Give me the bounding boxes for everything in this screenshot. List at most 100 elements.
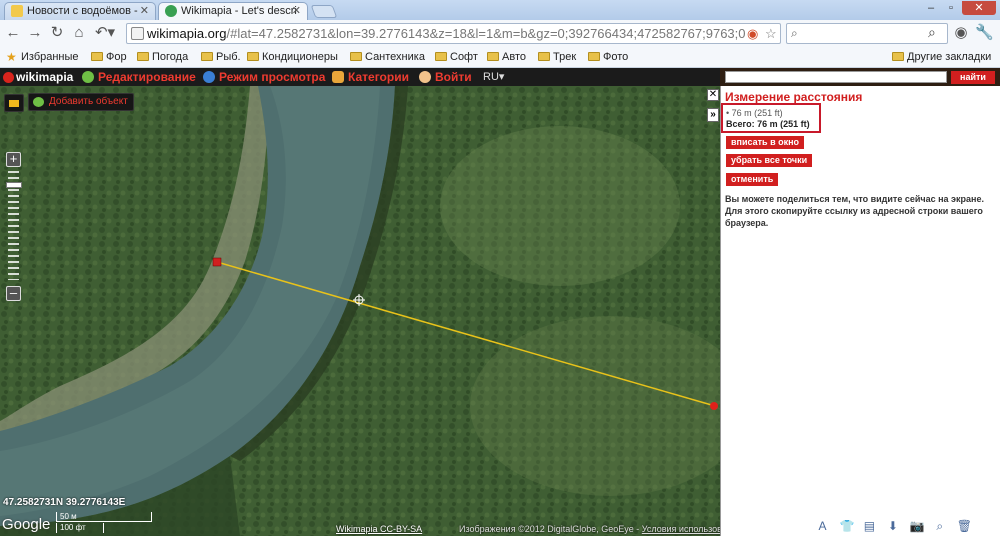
download-icon[interactable]: ⬇: [886, 520, 899, 533]
scale-imperial: 100 фт: [56, 523, 104, 533]
tab-title: Wikimapia - Let's descri: [181, 5, 297, 17]
add-object-icon: [33, 97, 44, 107]
satellite-map[interactable]: Добавить объект + – 47.2582731N 39.27761…: [0, 86, 720, 536]
cancel-button[interactable]: отменить: [726, 173, 779, 186]
fit-to-window-button[interactable]: вписать в окно: [726, 136, 805, 149]
back-icon[interactable]: ←: [4, 24, 22, 42]
tab-title: Новости с водоёмов -: [27, 5, 138, 17]
zoom-slider-thumb[interactable]: [6, 182, 22, 188]
history-back-icon[interactable]: ↶▾: [92, 24, 118, 42]
chrome-icon[interactable]: ◉: [747, 27, 758, 41]
folder-icon: [91, 52, 103, 61]
measurement-overlay: [212, 257, 718, 410]
menu-edit[interactable]: Редактирование: [82, 69, 196, 85]
close-icon[interactable]: ✕: [140, 3, 149, 19]
globe-icon: [82, 71, 94, 83]
url-path: /#lat=47.2582731&lon=39.2776143&z=18&l=1…: [226, 26, 746, 41]
map-coordinates: 47.2582731N 39.2776143E: [3, 497, 126, 508]
bookmarks-bar: ★ Избранные Фор Погода Рыб. Кондиционеры …: [0, 46, 1000, 68]
close-icon[interactable]: ✕: [707, 89, 719, 101]
bookmark-folder[interactable]: Софт: [435, 50, 478, 64]
bookmark-folder[interactable]: Фото: [588, 50, 628, 64]
browser-tab-strip: Новости с водоёмов - ✕ Wikimapia - Let's…: [0, 0, 1000, 20]
bookmark-folder[interactable]: Сантехника: [350, 50, 425, 64]
wikimapia-logo[interactable]: wikimapia: [3, 69, 73, 85]
maximize-icon[interactable]: ▫: [942, 1, 960, 15]
bookmark-folder[interactable]: Кондиционеры: [247, 50, 338, 64]
map-search-input[interactable]: [725, 71, 947, 83]
collapse-panel-icon[interactable]: »: [707, 108, 719, 122]
folder-icon: [435, 52, 447, 61]
close-window-icon[interactable]: ✕: [962, 1, 996, 15]
bookmark-folder[interactable]: Фор: [91, 50, 127, 64]
close-icon[interactable]: ✕: [292, 3, 301, 19]
star-icon[interactable]: ☆: [765, 27, 777, 41]
eye-icon[interactable]: ◉: [952, 24, 970, 42]
new-tab-button[interactable]: [310, 5, 338, 18]
segment-distance: • 76 m (251 ft): [726, 108, 783, 118]
categories-icon: [332, 71, 344, 83]
distance-line: [216, 261, 716, 407]
text-tool-icon[interactable]: A: [816, 520, 829, 533]
address-bar[interactable]: wikimapia.org/#lat=47.2582731&lon=39.277…: [126, 23, 781, 44]
google-logo: Google: [2, 516, 51, 533]
bookmark-folder[interactable]: Рыб.: [201, 50, 241, 64]
menu-categories[interactable]: Категории: [332, 69, 409, 85]
zoom-in-button[interactable]: +: [6, 152, 21, 167]
language-selector[interactable]: RU▾: [483, 70, 504, 83]
tab-news[interactable]: Новости с водоёмов - ✕: [4, 2, 156, 20]
tab-wikimapia[interactable]: Wikimapia - Let's descri ✕: [158, 2, 308, 20]
folder-icon: [487, 52, 499, 61]
trash-icon[interactable]: 🗑: [957, 520, 972, 533]
folder-icon: [247, 52, 259, 61]
bookmark-folder[interactable]: Авто: [487, 50, 526, 64]
wrench-icon[interactable]: 🔧: [975, 24, 994, 42]
menu-view-mode[interactable]: Режим просмотра: [203, 69, 325, 85]
folder-icon: [538, 52, 550, 61]
add-object-button[interactable]: Добавить объект: [28, 93, 134, 111]
license-link[interactable]: Wikimapia CC-BY-SA: [336, 524, 422, 534]
find-button[interactable]: найти: [951, 71, 995, 84]
folder-favicon-icon: [11, 5, 23, 17]
measure-start-point[interactable]: [212, 257, 222, 267]
star-icon: ★: [6, 50, 17, 64]
bookmark-folder[interactable]: Трек: [538, 50, 576, 64]
bookmark-other[interactable]: Другие закладки: [892, 50, 991, 64]
shirt-icon[interactable]: 👕: [839, 520, 854, 533]
bookmark-folder[interactable]: Погода: [137, 50, 188, 64]
zoom-icon[interactable]: ⌕: [933, 520, 946, 533]
camera-icon[interactable]: 📷: [910, 520, 925, 533]
total-distance: Всего: 76 m (251 ft): [726, 119, 810, 129]
scale-bar: 50 м 100 фт: [56, 512, 154, 534]
imagery-credit: Изображения ©2012 DigitalGlobe, GeoEye -…: [459, 524, 720, 534]
globe-favicon-icon: [165, 5, 177, 17]
measurement-result: • 76 m (251 ft) Всего: 76 m (251 ft): [721, 103, 821, 133]
logo-mark-icon: [3, 72, 14, 83]
zoom-out-button[interactable]: –: [6, 286, 21, 301]
search-input[interactable]: ⌕: [786, 23, 948, 44]
forward-icon[interactable]: →: [26, 24, 44, 42]
ruler-icon: [9, 100, 19, 107]
search-button[interactable]: ⌕: [928, 24, 936, 41]
panel-toolbar: A 👕 ▤ ⬇ 📷 ⌕ 🗑: [816, 518, 976, 534]
folder-icon: [201, 52, 213, 61]
layers-icon[interactable]: ▤: [863, 520, 876, 533]
terms-link[interactable]: Условия использования: [642, 524, 720, 534]
menu-login[interactable]: Войти: [419, 69, 472, 85]
measure-end-point[interactable]: [710, 402, 718, 410]
folder-icon: [588, 52, 600, 61]
minimize-icon[interactable]: –: [922, 1, 940, 15]
address-url[interactable]: wikimapia.org/#lat=47.2582731&lon=39.277…: [147, 26, 747, 41]
zoom-control: + –: [6, 152, 22, 302]
folder-icon: [892, 52, 904, 61]
reload-icon[interactable]: ↻: [48, 24, 66, 42]
panel-title: Измерение расстояния: [725, 90, 863, 104]
folder-icon: [137, 52, 149, 61]
home-icon[interactable]: ⌂: [70, 24, 88, 42]
compass-icon: [203, 71, 215, 83]
page-icon: [131, 27, 144, 40]
bookmark-favorites[interactable]: ★ Избранные: [6, 50, 79, 64]
search-icon: ⌕: [791, 26, 798, 40]
ruler-tool-button[interactable]: [4, 94, 24, 112]
clear-points-button[interactable]: убрать все точки: [726, 154, 813, 167]
